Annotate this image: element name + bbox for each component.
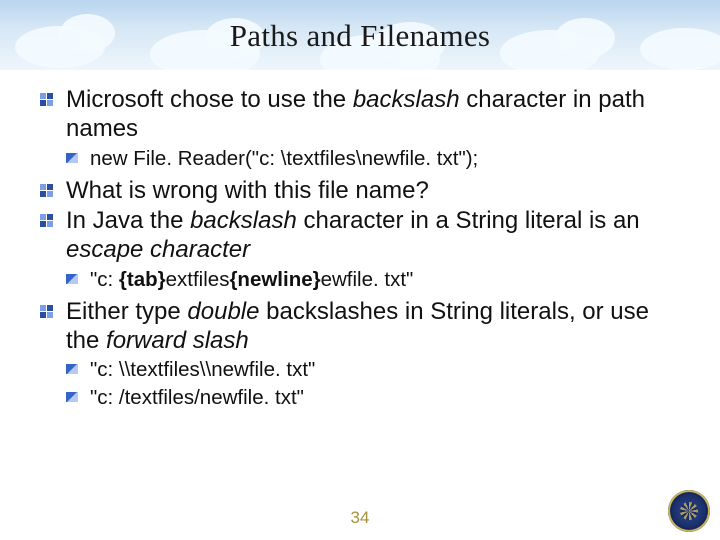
bullet-level2: "c: \\textfiles\\newfile. txt": [66, 357, 680, 383]
slide: Paths and Filenames Microsoft chose to u…: [0, 0, 720, 540]
bullet-text-bold: {tab}: [119, 268, 166, 291]
bullet-text: extfiles: [166, 268, 230, 291]
bullet-text: "c: \\textfiles\\newfile. txt": [90, 358, 315, 381]
bullet-icon: [40, 93, 54, 106]
bullet-text-bold: {newline}: [229, 268, 320, 291]
slide-body: Microsoft chose to use the backslash cha…: [40, 85, 680, 415]
bullet-icon: [66, 153, 78, 163]
bullet-text: In Java the: [66, 207, 190, 234]
bullet-text: "c:: [90, 268, 119, 291]
bullet-level1: In Java the backslash character in a Str…: [40, 206, 680, 265]
bullet-text-italic: forward slash: [106, 327, 249, 354]
bullet-icon: [40, 305, 54, 318]
bullet-icon: [40, 214, 54, 227]
bullet-icon: [66, 392, 78, 402]
bullet-text: new File. Reader("c: \textfiles\newfile.…: [90, 147, 478, 170]
bullet-text: "c: /textfiles/newfile. txt": [90, 386, 304, 409]
bullet-text-italic: backslash: [190, 207, 297, 234]
bullet-level2: "c: /textfiles/newfile. txt": [66, 385, 680, 411]
bullet-text-italic: escape character: [66, 236, 250, 263]
bullet-text-italic: double: [187, 298, 259, 325]
bullet-icon: [66, 364, 78, 374]
bullet-icon: [66, 274, 78, 284]
bullet-text: character in a String literal is an: [297, 207, 640, 234]
bullet-level1: What is wrong with this file name?: [40, 176, 680, 205]
bullet-text: Microsoft chose to use the: [66, 86, 353, 113]
bullet-level2: new File. Reader("c: \textfiles\newfile.…: [66, 146, 680, 172]
bullet-text: ewfile. txt": [321, 268, 414, 291]
bullet-level1: Either type double backslashes in String…: [40, 297, 680, 356]
bullet-text: What is wrong with this file name?: [66, 177, 429, 204]
bullet-text: Either type: [66, 298, 187, 325]
bullet-level1: Microsoft chose to use the backslash cha…: [40, 85, 680, 144]
bullet-icon: [40, 184, 54, 197]
page-number: 34: [0, 508, 720, 528]
slide-title: Paths and Filenames: [0, 18, 720, 54]
bullet-text-italic: backslash: [353, 86, 460, 113]
bullet-level2: "c: {tab}extfiles{newline}ewfile. txt": [66, 267, 680, 293]
seal-logo-icon: [668, 490, 710, 532]
